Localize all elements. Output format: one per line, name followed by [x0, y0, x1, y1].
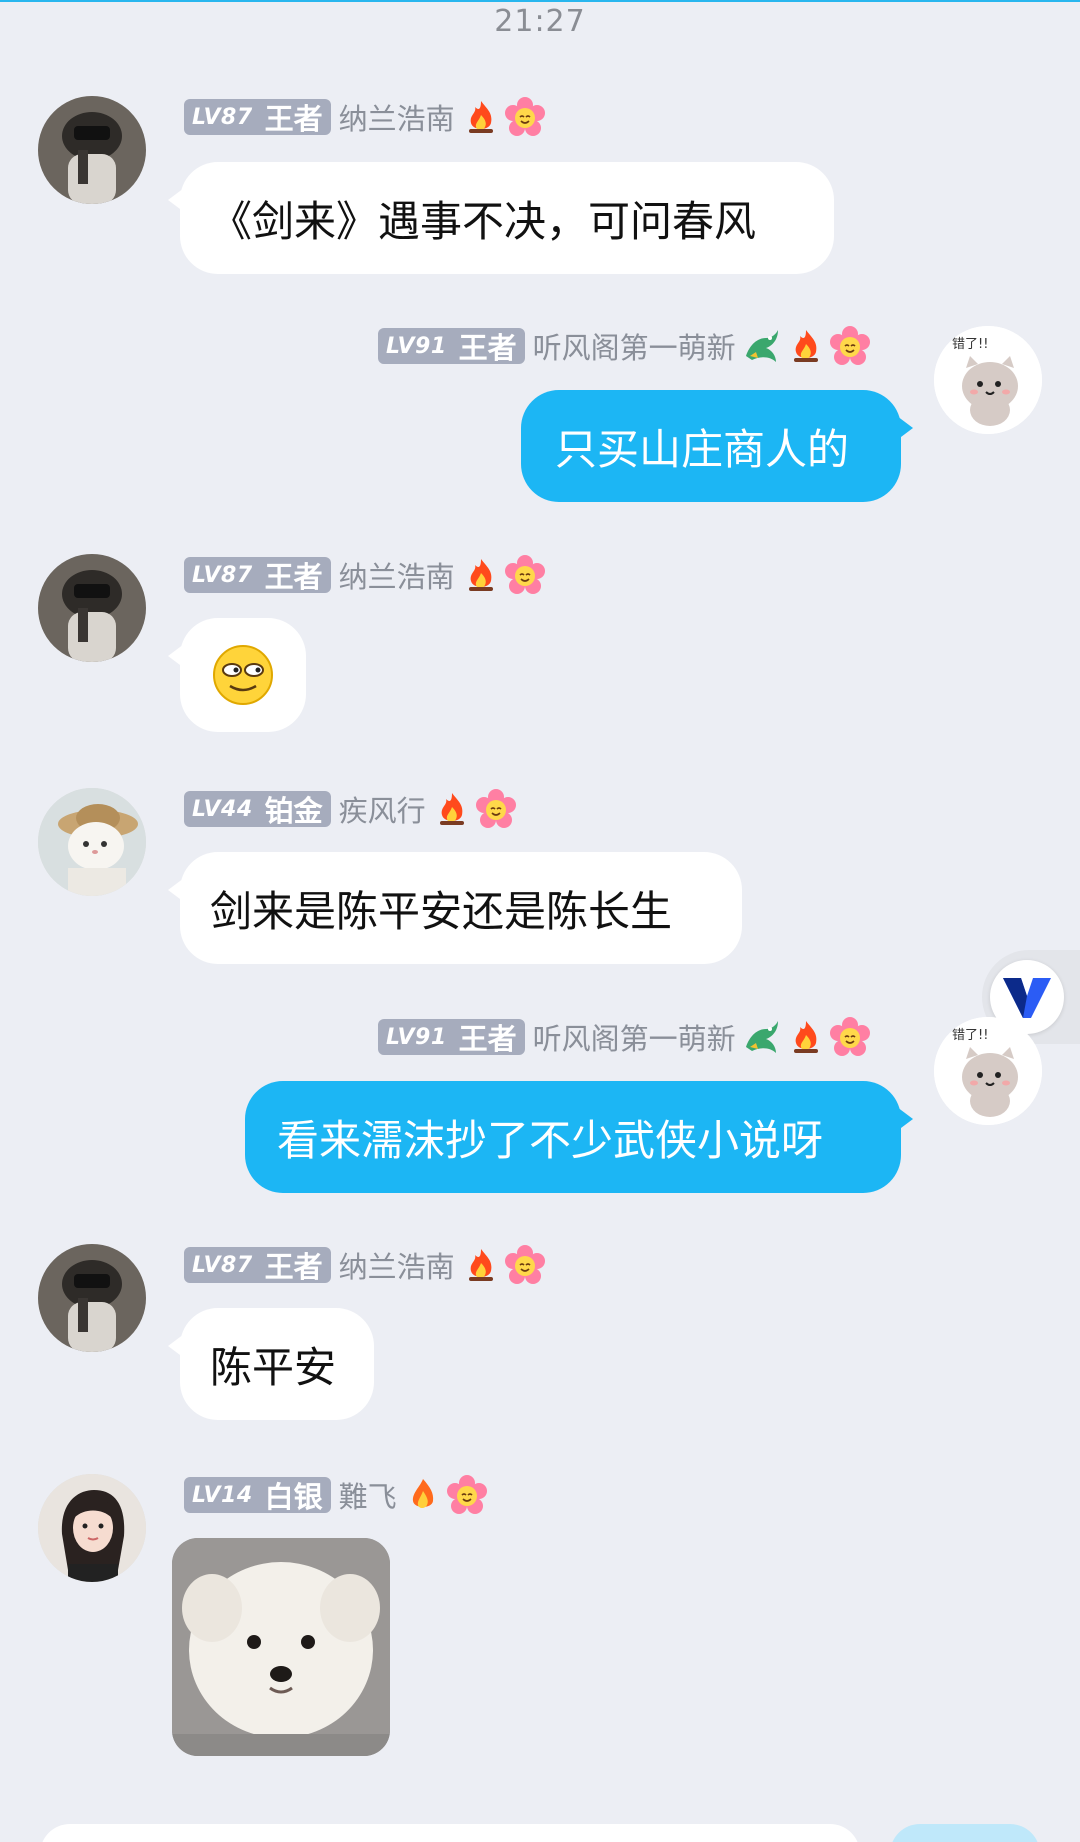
flower-face-icon	[504, 97, 545, 137]
message-bubble[interactable]: 陈平安	[168, 1308, 374, 1420]
level-badge: LV87 王者	[184, 99, 331, 136]
avatar[interactable]	[38, 554, 146, 662]
sender-nickname[interactable]: 纳兰浩南	[339, 554, 455, 596]
avatar[interactable]	[38, 96, 146, 204]
svg-text:错了!!: 错了!!	[952, 337, 988, 352]
message-input[interactable]	[40, 1824, 860, 1842]
fire-icon	[461, 555, 501, 595]
white-puppy-sticker[interactable]	[172, 1538, 390, 1756]
emoji-bubble[interactable]	[168, 618, 306, 732]
level-badge: LV87 王者	[184, 1247, 331, 1284]
flower-face-icon	[504, 555, 545, 595]
sender-nickname[interactable]: 疾风行	[339, 788, 426, 830]
sender-nickname[interactable]: 纳兰浩南	[339, 96, 455, 138]
message-bubble[interactable]: 《剑来》遇事不决，可问春风	[168, 162, 834, 274]
svg-text:错了!!: 错了!!	[952, 1028, 988, 1043]
level-badge: LV91 王者	[378, 328, 525, 365]
level-badge: LV91 王者	[378, 1019, 525, 1056]
sender-info: LV91 王者 听风阁第一萌新	[378, 326, 874, 366]
smirk-face-emoji	[212, 644, 274, 706]
flower-face-icon	[829, 326, 870, 366]
sender-info: LV91 王者 听风阁第一萌新	[378, 1017, 874, 1057]
flower-face-icon	[504, 1245, 545, 1285]
dragon-icon	[742, 1017, 782, 1057]
flower-face-icon	[446, 1475, 487, 1515]
input-bar	[0, 1800, 1080, 1842]
sender-info: LV44 铂金 疾风行	[184, 789, 520, 829]
sender-info: LV87 王者 纳兰浩南	[184, 97, 549, 137]
fire-icon	[432, 789, 472, 829]
flower-face-icon	[829, 1017, 870, 1057]
level-badge: LV14 白银	[184, 1477, 331, 1514]
level-badge: LV44 铂金	[184, 791, 331, 828]
fire-icon	[786, 326, 826, 366]
sender-nickname[interactable]: 纳兰浩南	[339, 1244, 455, 1286]
sender-nickname[interactable]: 听风阁第一萌新	[533, 325, 736, 367]
avatar[interactable]	[38, 788, 146, 896]
message-bubble[interactable]: 只买山庄商人的	[521, 390, 913, 502]
fire-icon	[461, 1245, 501, 1285]
send-button[interactable]	[890, 1824, 1040, 1842]
self-avatar[interactable]: 错了!!	[934, 326, 1042, 434]
sender-nickname[interactable]: 听风阁第一萌新	[533, 1016, 736, 1058]
top-accent-line	[0, 0, 1080, 2]
sender-info: LV87 王者 纳兰浩南	[184, 555, 549, 595]
fire-icon	[786, 1017, 826, 1057]
message-bubble[interactable]: 剑来是陈平安还是陈长生	[168, 852, 742, 964]
sender-info: LV87 王者 纳兰浩南	[184, 1245, 549, 1285]
sender-nickname[interactable]: 難飞	[339, 1474, 397, 1516]
message-timestamp: 21:27	[494, 4, 586, 39]
avatar[interactable]	[38, 1474, 146, 1582]
sender-info: LV14 白银 難飞	[184, 1475, 491, 1515]
level-badge: LV87 王者	[184, 557, 331, 594]
message-bubble[interactable]: 看来濡沫抄了不少武侠小说呀	[245, 1081, 913, 1193]
self-avatar[interactable]: 错了!!	[934, 1017, 1042, 1125]
fire-icon	[461, 97, 501, 137]
dragon-icon	[742, 326, 782, 366]
avatar[interactable]	[38, 1244, 146, 1352]
fire-icon	[403, 1475, 443, 1515]
v-logo-icon	[1001, 974, 1053, 1020]
flower-face-icon	[475, 789, 516, 829]
